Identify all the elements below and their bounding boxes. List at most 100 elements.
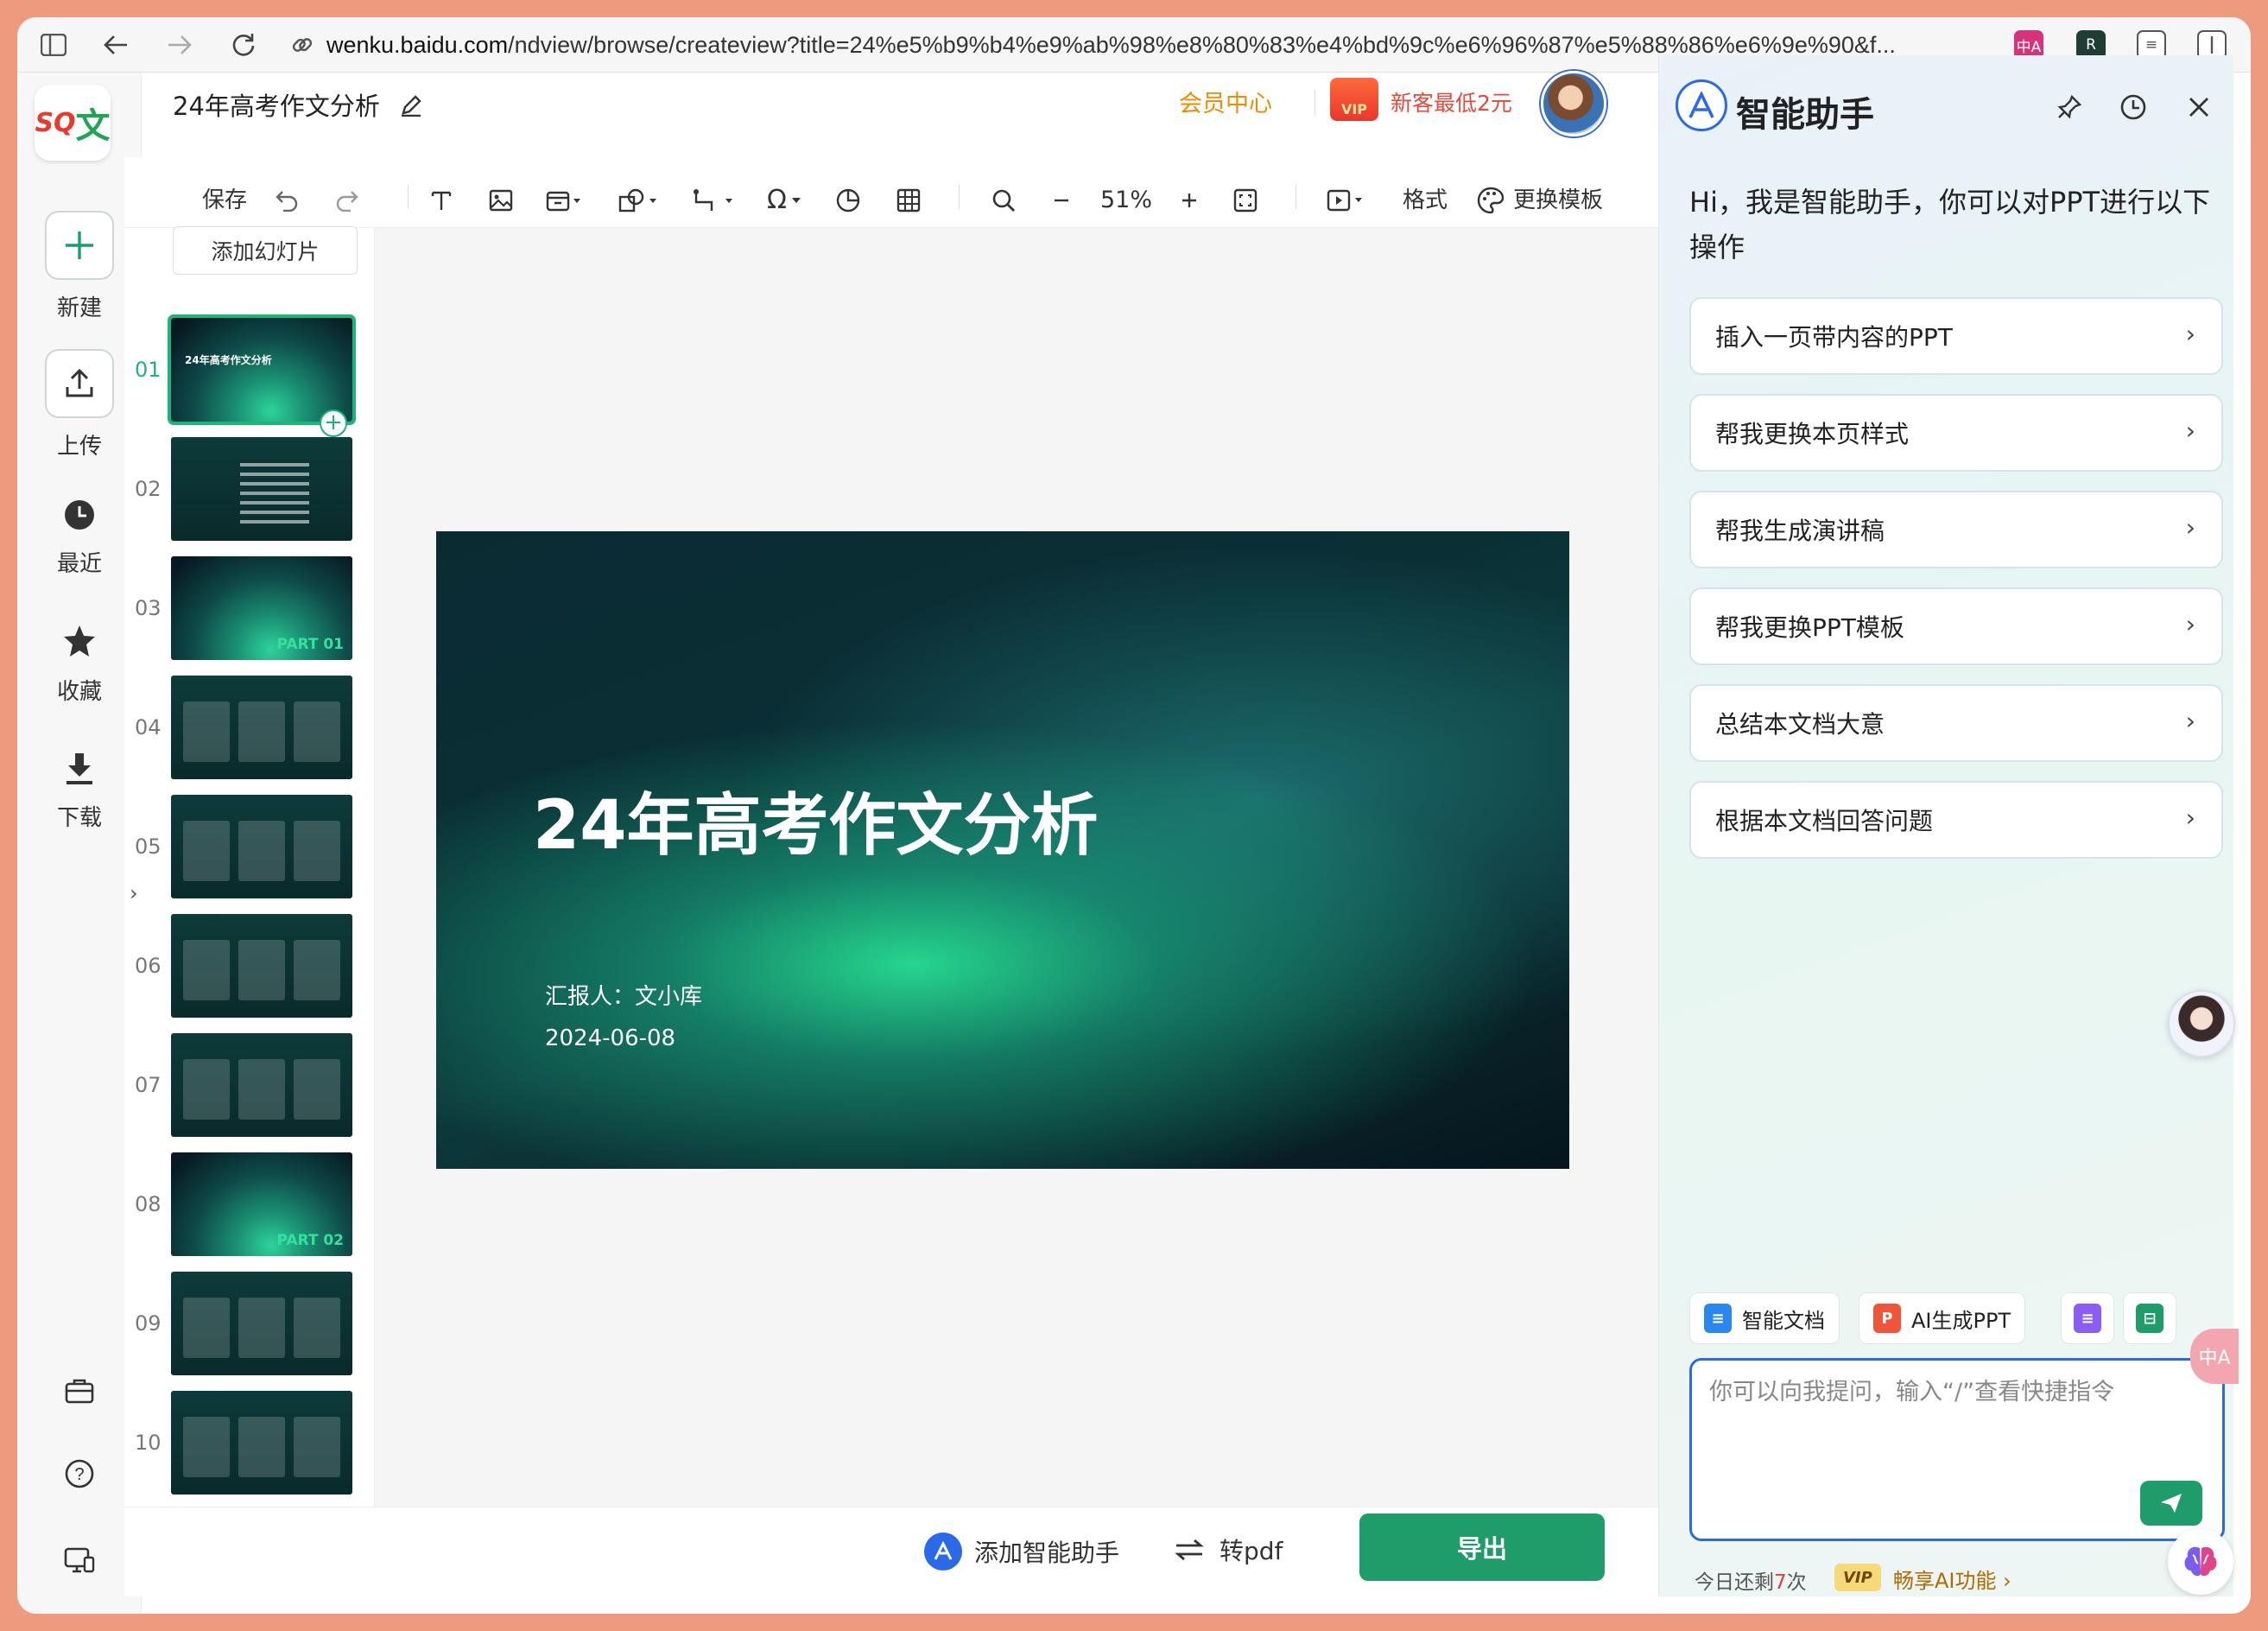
rail-label-download[interactable]: 下载 [17, 800, 142, 832]
upload-button[interactable] [45, 349, 114, 418]
help-icon[interactable]: ? [54, 1448, 105, 1500]
mindmap-icon: ⊟ [2136, 1304, 2163, 1333]
change-template-button[interactable]: 更换模板 [1477, 183, 1603, 218]
history-clock-icon[interactable] [2116, 90, 2151, 124]
slide-reporter[interactable]: 汇报人：文小库 [545, 979, 702, 1011]
insert-slide-plus-icon[interactable]: + [320, 409, 347, 437]
slide-number: 09 [135, 1311, 162, 1336]
zoom-level[interactable]: 51% [1100, 183, 1152, 218]
ai-brain-icon[interactable] [2168, 1529, 2233, 1595]
zoom-in-icon[interactable] [1180, 183, 1199, 218]
slide-thumbnail-02[interactable] [171, 437, 352, 541]
chip-ai-ppt[interactable]: P AI生成PPT [1859, 1292, 2026, 1344]
device-icon[interactable] [54, 1534, 105, 1586]
action-change-page-style[interactable]: 帮我更换本页样式 › [1689, 394, 2223, 472]
clock-icon[interactable] [54, 489, 105, 541]
slide-thumbnail-10[interactable] [171, 1391, 352, 1495]
action-answer-questions[interactable]: 根据本文档回答问题 › [1689, 781, 2223, 859]
upload-icon [66, 368, 93, 397]
send-button[interactable] [2140, 1481, 2202, 1526]
slide-thumbnail-04[interactable] [171, 676, 352, 779]
table-tool-icon[interactable] [896, 183, 921, 218]
add-assistant-button[interactable]: 添加智能助手 [924, 1533, 1119, 1571]
vip-center-link[interactable]: 会员中心 [1179, 85, 1272, 118]
action-summarize-doc[interactable]: 总结本文档大意 › [1689, 684, 2223, 762]
format-button[interactable]: 格式 [1403, 183, 1448, 218]
redo-icon[interactable] [335, 183, 359, 218]
thumbnail-content [183, 940, 340, 1000]
vip-ai-link[interactable]: 畅享AI功能 › [1893, 1564, 2011, 1594]
slide-number: 03 [135, 596, 162, 620]
main-slide[interactable]: 24年高考作文分析 汇报人：文小库 2024-06-08 [436, 531, 1569, 1169]
back-arrow-icon[interactable] [98, 28, 133, 62]
user-avatar[interactable] [1541, 71, 1606, 136]
edit-pencil-icon[interactable] [400, 93, 422, 123]
reload-icon[interactable] [226, 28, 261, 62]
new-button[interactable] [45, 211, 114, 280]
daily-quota: 今日还剩7次 [1695, 1565, 1807, 1595]
layout-tool-icon[interactable] [546, 183, 584, 218]
shape-tool-icon[interactable] [618, 183, 660, 218]
export-button[interactable]: 导出 [1359, 1514, 1605, 1581]
chevron-right-icon: › [2185, 707, 2195, 735]
swap-arrows-icon [1175, 1539, 1204, 1561]
rail-label-favorite[interactable]: 收藏 [17, 674, 142, 706]
chip-mindmap[interactable]: ⊟ [2123, 1292, 2176, 1344]
doc-icon: ≡ [1704, 1304, 1732, 1333]
symbol-tool-icon[interactable]: Ω [767, 183, 802, 218]
action-insert-ppt-page[interactable]: 插入一页带内容的PPT › [1689, 297, 2223, 375]
chip-form[interactable]: ≡ [2061, 1292, 2114, 1344]
document-title-text: 24年高考作文分析 [173, 92, 380, 121]
image-tool-icon[interactable] [489, 183, 513, 218]
document-title[interactable]: 24年高考作文分析 [173, 86, 422, 123]
quota-prefix: 今日还剩 [1695, 1571, 1774, 1594]
rail-label-recent[interactable]: 最近 [17, 546, 142, 578]
action-change-template[interactable]: 帮我更换PPT模板 › [1689, 587, 2223, 665]
quota-suffix: 次 [1786, 1571, 1807, 1594]
translate-float-icon[interactable]: 中A [2190, 1329, 2239, 1384]
search-icon[interactable] [991, 183, 1016, 218]
slide-thumbnail-09[interactable] [171, 1272, 352, 1375]
connector-tool-icon[interactable] [693, 183, 736, 218]
assistant-input[interactable] [1709, 1373, 2193, 1502]
slide-date[interactable]: 2024-06-08 [545, 1025, 675, 1051]
action-label: 总结本文档大意 [1715, 710, 1885, 739]
toolbox-icon[interactable] [54, 1365, 105, 1417]
chip-label: AI生成PPT [1911, 1308, 2011, 1333]
url-host: wenku.baidu.com [326, 32, 509, 58]
slide-thumbnail-07[interactable] [171, 1033, 352, 1137]
vip-gift-icon[interactable]: VIP [1330, 78, 1378, 121]
chart-tool-icon[interactable] [836, 183, 860, 218]
new-customer-promo[interactable]: 新客最低2元 [1391, 86, 1512, 117]
slide-thumbnail-06[interactable] [171, 914, 352, 1018]
text-tool-icon[interactable] [430, 183, 453, 218]
undo-icon[interactable] [275, 183, 299, 218]
forward-arrow-icon[interactable] [162, 28, 197, 62]
collapse-rail-chevron-icon[interactable]: › [130, 881, 138, 905]
action-label: 帮我更换本页样式 [1715, 420, 1910, 448]
close-icon[interactable] [2182, 90, 2216, 124]
sidebar-toggle-icon[interactable] [36, 28, 71, 62]
thumbnail-title: 24年高考作文分析 [185, 354, 272, 366]
chip-smart-doc[interactable]: ≡ 智能文档 [1689, 1292, 1840, 1344]
convert-pdf-button[interactable]: 转pdf [1175, 1533, 1283, 1567]
assistant-avatar[interactable] [2168, 990, 2235, 1057]
chevron-right-icon: › [2185, 320, 2195, 348]
vip-badge[interactable]: VIP [1834, 1564, 1881, 1591]
save-button[interactable]: 保存 [202, 183, 247, 218]
slide-thumbnail-05[interactable] [171, 795, 352, 898]
zoom-out-icon[interactable] [1052, 183, 1071, 218]
action-generate-speech[interactable]: 帮我生成演讲稿 › [1689, 491, 2223, 568]
pin-icon[interactable] [2052, 90, 2087, 124]
download-icon[interactable] [54, 743, 105, 795]
add-slide-button[interactable]: 添加幻灯片 [173, 226, 358, 275]
slide-thumbnail-01[interactable]: 24年高考作文分析 [168, 314, 356, 425]
slide-thumbnail-08[interactable]: PART 02 [171, 1152, 352, 1256]
thumbnail-content [183, 1417, 340, 1477]
slide-title[interactable]: 24年高考作文分析 [533, 771, 1099, 868]
play-slideshow-icon[interactable] [1327, 183, 1366, 218]
fit-screen-icon[interactable] [1233, 183, 1258, 218]
slide-thumbnail-03[interactable]: PART 01 [171, 556, 352, 660]
wenku-logo[interactable]: SQ 文 [35, 85, 111, 161]
star-icon[interactable] [54, 615, 105, 667]
